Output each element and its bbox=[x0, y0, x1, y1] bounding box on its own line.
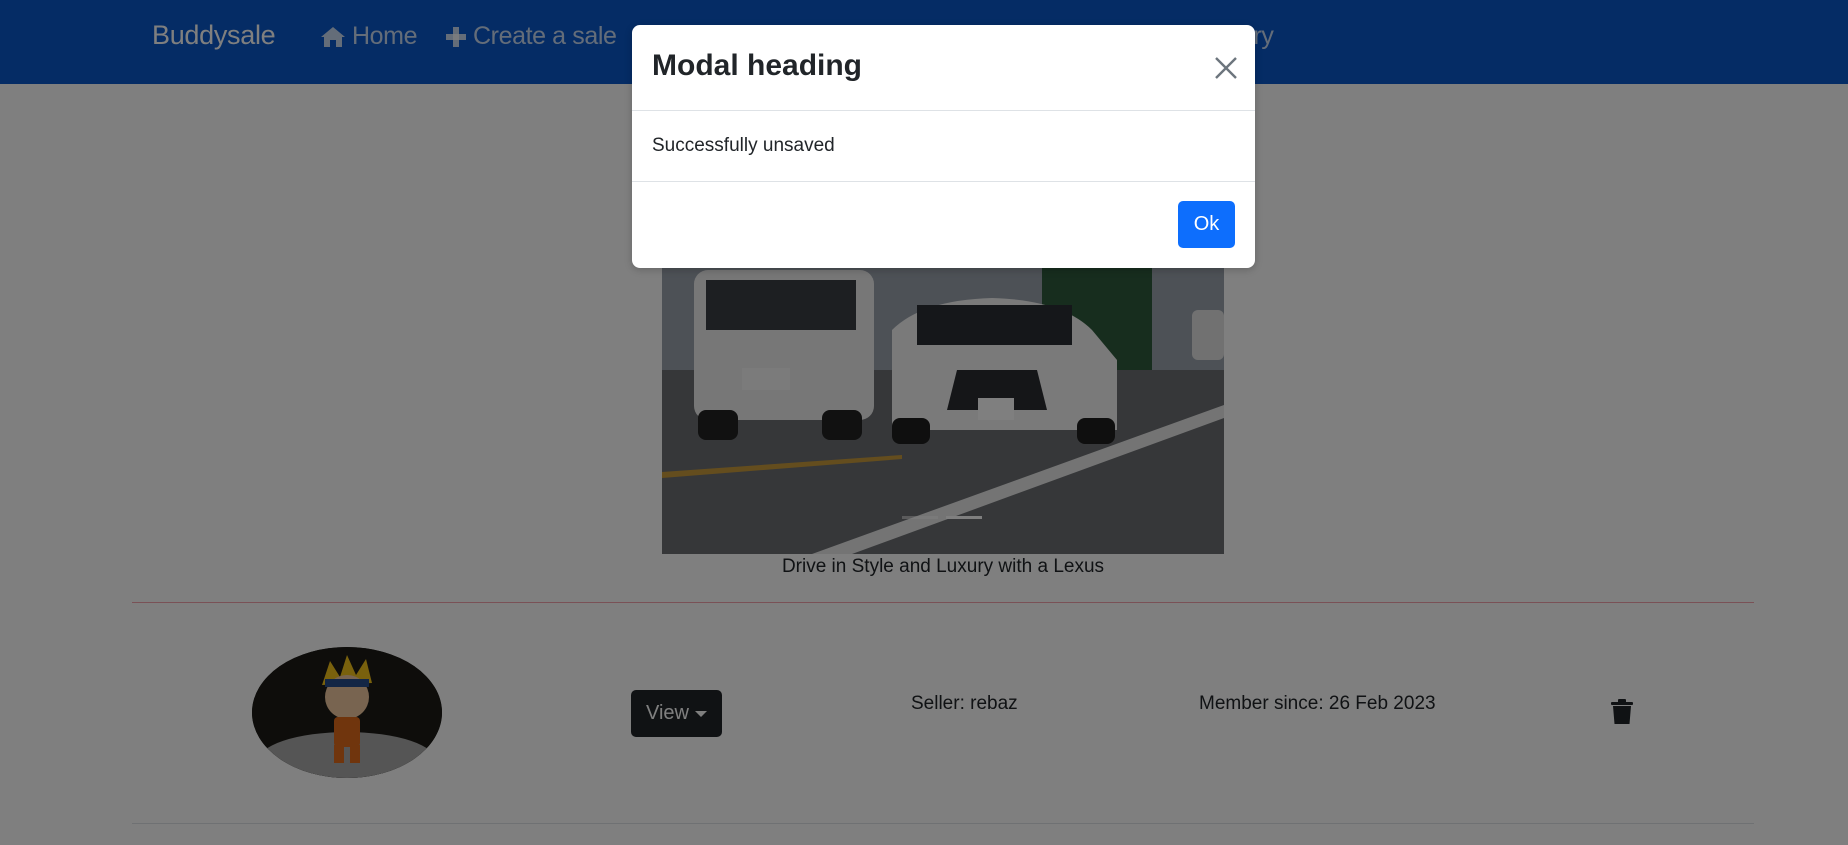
modal-footer: Ok bbox=[632, 181, 1255, 269]
ok-button[interactable]: Ok bbox=[1178, 201, 1235, 248]
close-icon bbox=[1215, 57, 1237, 79]
modal-header: Modal heading bbox=[632, 25, 1255, 111]
modal-message: Successfully unsaved bbox=[652, 135, 835, 156]
modal-dialog: Modal heading Successfully unsaved Ok bbox=[632, 25, 1255, 268]
close-button[interactable] bbox=[1213, 55, 1239, 81]
modal-title: Modal heading bbox=[652, 49, 862, 82]
